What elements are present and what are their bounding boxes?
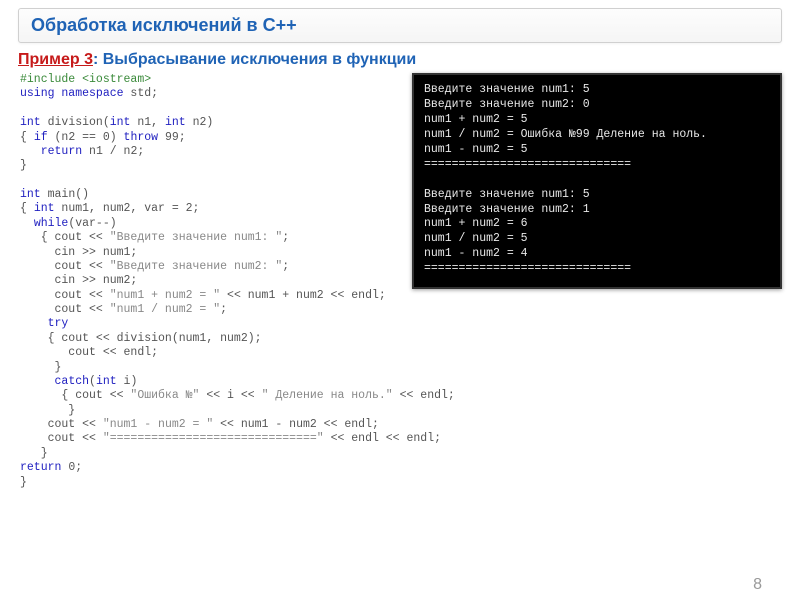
page-number: 8	[753, 576, 762, 594]
example-label: Пример 3	[18, 51, 93, 68]
console-output: Введите значение num1: 5 Введите значени…	[412, 73, 782, 289]
console-text: Введите значение num1: 5 Введите значени…	[424, 83, 770, 277]
subtitle: Пример 3: Выбрасывание исключения в функ…	[18, 51, 782, 69]
content-area: #include <iostream> using namespace std;…	[18, 73, 782, 490]
example-desc: Выбрасывание исключения в функции	[103, 51, 416, 68]
slide: Обработка исключений в С++ Пример 3: Выб…	[0, 8, 800, 608]
example-sep: :	[93, 51, 103, 68]
slide-title: Обработка исключений в С++	[31, 15, 297, 35]
title-bar: Обработка исключений в С++	[18, 8, 782, 43]
